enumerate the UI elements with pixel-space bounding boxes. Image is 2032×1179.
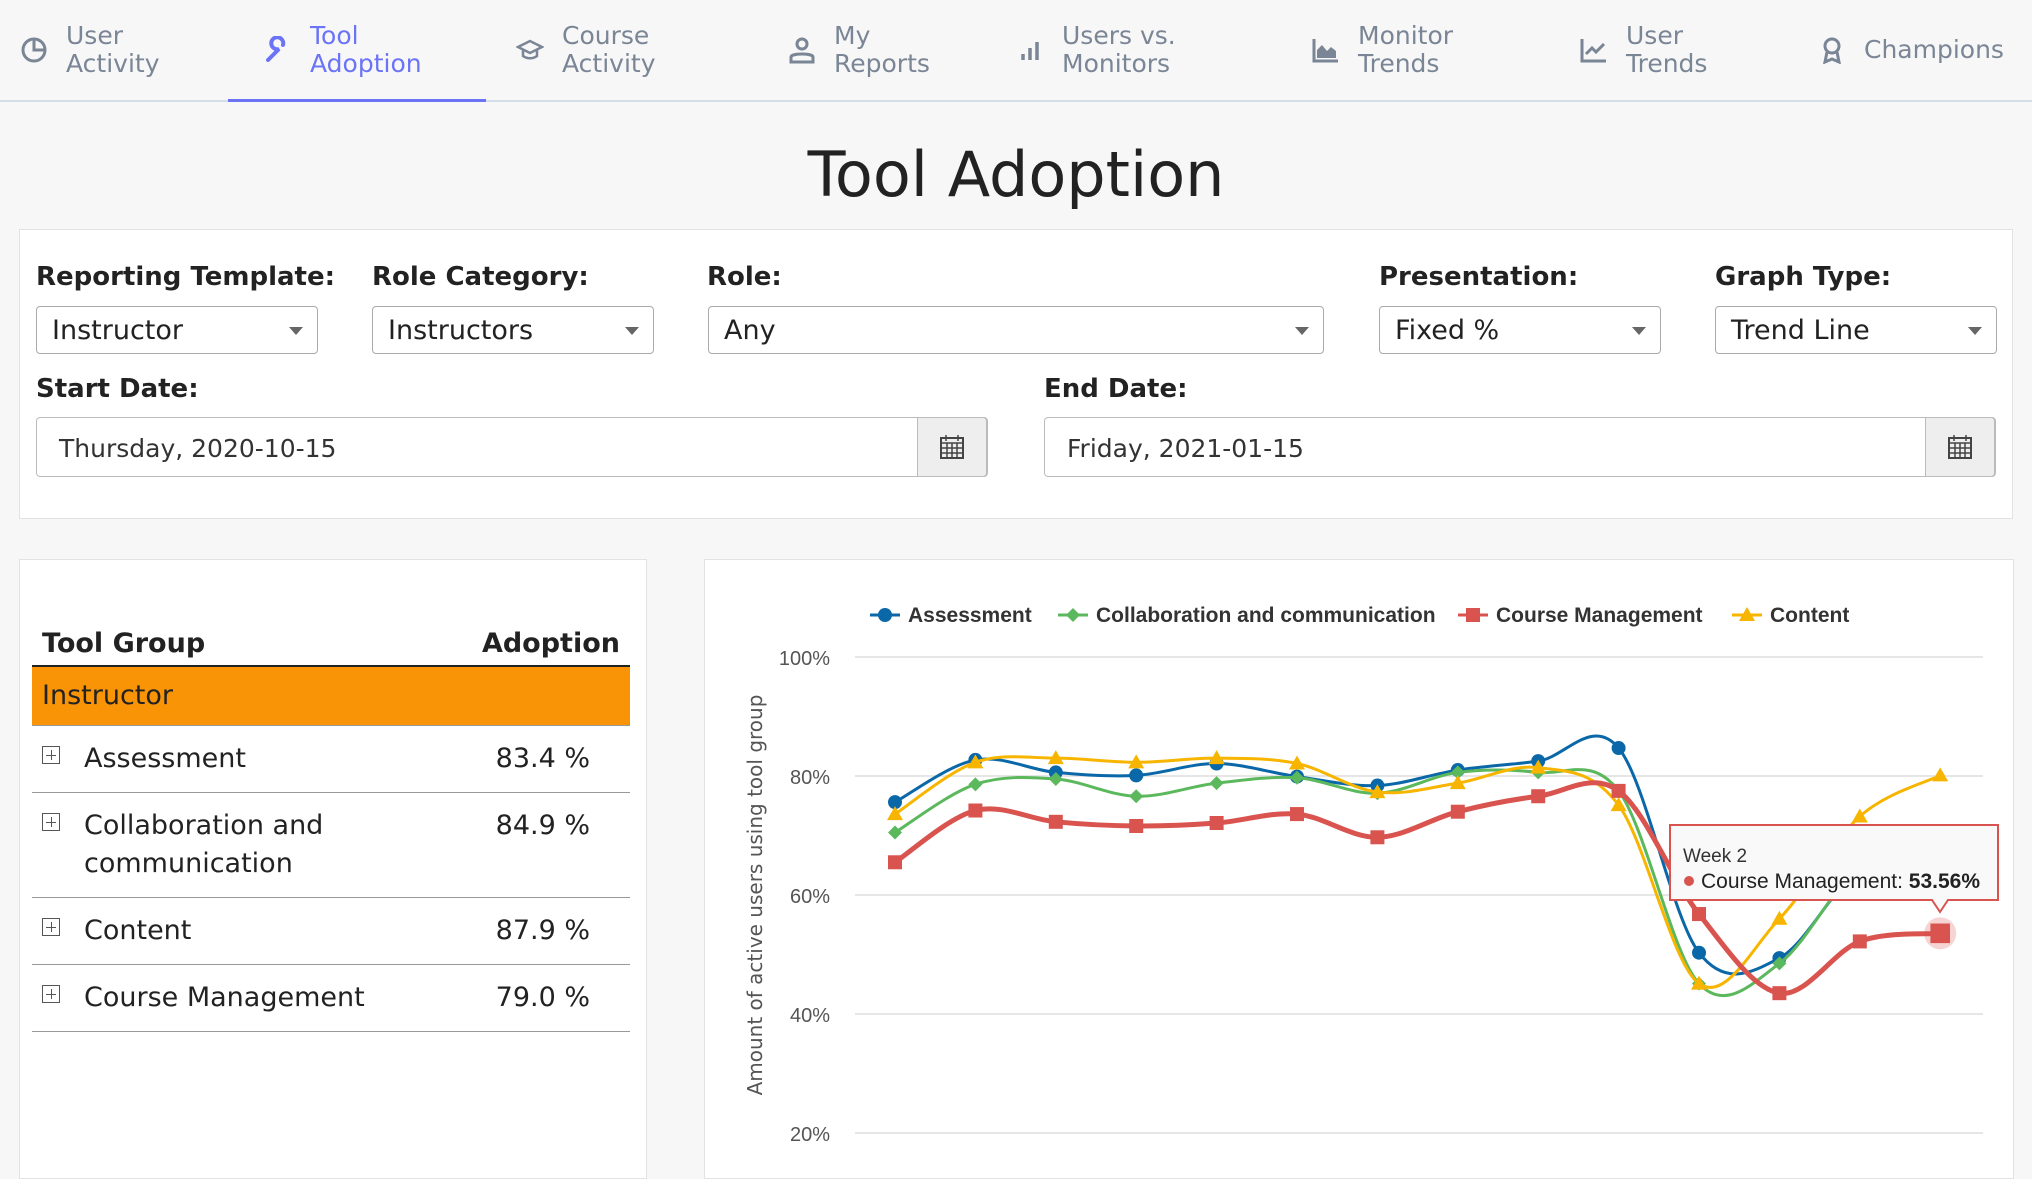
- y-tick-label: 20%: [790, 1124, 830, 1146]
- tooltip: [1669, 824, 1999, 914]
- trend-chart: 20% 40% 60% 80% 100% Amount of active users u…: [743, 604, 1999, 1146]
- legend-item[interactable]: Course Management: [1496, 604, 1703, 627]
- legend-item[interactable]: Collaboration and communication: [1096, 604, 1436, 627]
- y-tick-label: 40%: [790, 1005, 830, 1027]
- data-point[interactable]: [1290, 807, 1304, 822]
- y-tick-label: 100%: [779, 648, 830, 670]
- data-point[interactable]: [1852, 934, 1867, 949]
- data-point[interactable]: [1611, 741, 1626, 756]
- data-point[interactable]: [887, 806, 903, 821]
- data-point[interactable]: [1048, 814, 1063, 829]
- data-point[interactable]: [1209, 816, 1224, 831]
- data-point[interactable]: [1692, 907, 1706, 922]
- data-point[interactable]: [1066, 608, 1080, 622]
- data-point[interactable]: [1466, 608, 1480, 622]
- tooltip-title: Week 2: [1683, 846, 1747, 867]
- data-point[interactable]: [968, 777, 983, 792]
- data-point[interactable]: [1450, 804, 1465, 819]
- tooltip-text: Course Management: 53.56%: [1701, 870, 1980, 893]
- data-point[interactable]: [888, 855, 902, 870]
- y-tick-label: 80%: [790, 767, 830, 789]
- legend-item[interactable]: Assessment: [908, 604, 1032, 627]
- y-axis-label: Amount of active users using tool group: [743, 695, 767, 1096]
- data-point[interactable]: [1930, 923, 1950, 944]
- data-point[interactable]: [878, 608, 892, 622]
- tooltip-dot: [1684, 876, 1694, 886]
- data-point[interactable]: [1209, 776, 1224, 791]
- data-point[interactable]: [1692, 945, 1706, 960]
- legend-item[interactable]: Content: [1770, 604, 1849, 627]
- data-point[interactable]: [968, 803, 983, 818]
- data-point[interactable]: [1932, 767, 1949, 782]
- data-point[interactable]: [1129, 818, 1144, 833]
- data-point[interactable]: [1370, 830, 1385, 845]
- data-point[interactable]: [1531, 789, 1546, 804]
- data-point[interactable]: [1611, 783, 1626, 798]
- data-point[interactable]: [1129, 789, 1144, 804]
- data-point[interactable]: [1129, 768, 1144, 783]
- y-tick-label: 60%: [790, 886, 830, 908]
- data-point[interactable]: [1772, 986, 1787, 1001]
